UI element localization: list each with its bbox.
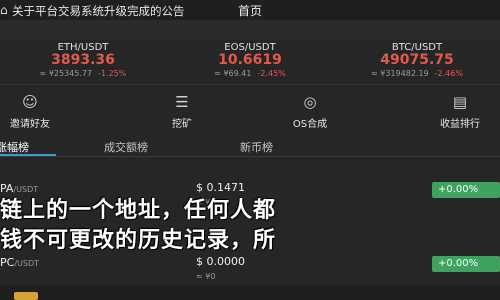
megaphone-icon: ⌂ bbox=[0, 3, 8, 17]
os-compose-button[interactable]: ◎ OS合成 bbox=[250, 85, 370, 135]
ticker-change: -2.45% bbox=[257, 69, 286, 78]
ticker-btc[interactable]: BTC/USDT 49075.75 ≈ ¥319482.19 -2.46% bbox=[334, 40, 500, 83]
os-icon: ◎ bbox=[303, 93, 317, 111]
ticker-price: 49075.75 bbox=[380, 52, 454, 68]
feature-label: 邀请好友 bbox=[10, 119, 50, 130]
tab-new-coins[interactable]: 新币榜 bbox=[240, 139, 273, 155]
feature-label: OS合成 bbox=[292, 119, 328, 130]
announcement-text[interactable]: 关于平台交易系统升级完成的公告 bbox=[12, 3, 185, 19]
feature-label: 收益排行 bbox=[440, 119, 480, 130]
tab-volume[interactable]: 成交额榜 bbox=[104, 139, 148, 155]
invite-icon: ☺ bbox=[22, 93, 38, 111]
market-symbol: PC/USDT bbox=[0, 256, 40, 269]
tab-gainers[interactable]: 涨幅榜 bbox=[0, 139, 29, 155]
leaderboard-icon: ▤ bbox=[452, 93, 468, 111]
market-price: $ 0.0000 bbox=[196, 255, 245, 268]
ticker-cny: ≈ ¥319482.19 bbox=[371, 69, 429, 78]
overlay-text-line: 钱不可更改的历史记录，所 bbox=[0, 227, 277, 253]
ticker-cny: ≈ ¥69.41 bbox=[214, 69, 252, 78]
feature-label: 挖矿 bbox=[172, 119, 192, 130]
ticker-price: 3893.36 bbox=[51, 52, 115, 68]
change-badge[interactable]: +0.00% bbox=[432, 182, 500, 198]
invite-friends-button[interactable]: ☺ 邀请好友 bbox=[0, 85, 90, 135]
announcement-bar[interactable] bbox=[0, 20, 500, 40]
mining-button[interactable]: ☰ 挖矿 bbox=[122, 85, 242, 135]
divider bbox=[0, 156, 500, 157]
overlay-text-line: 链上的一个地址，任何人都 bbox=[0, 197, 277, 223]
bottom-nav bbox=[0, 286, 500, 300]
market-cny: ≈ ¥0 bbox=[196, 272, 216, 281]
ticker-change: -2.46% bbox=[434, 69, 463, 78]
ticker-change: -1.25% bbox=[98, 69, 127, 78]
change-badge[interactable]: +0.00% bbox=[432, 256, 500, 272]
earnings-ranking-button[interactable]: ▤ 收益排行 bbox=[400, 85, 500, 135]
mining-icon: ☰ bbox=[175, 93, 189, 111]
ranking-tabs: 涨幅榜 成交额榜 新币榜 bbox=[0, 137, 500, 155]
ticker-eth[interactable]: ETH/USDT 3893.36 ≈ ¥25345.77 -1.25% bbox=[0, 40, 166, 83]
ticker-eos[interactable]: EOS/USDT 10.6619 ≈ ¥69.41 -2.45% bbox=[167, 40, 333, 83]
home-tab-icon[interactable] bbox=[14, 292, 38, 300]
feature-row: ☺ 邀请好友 ☰ 挖矿 ◎ OS合成 ▤ 收益排行 bbox=[0, 85, 500, 135]
ticker-price: 10.6619 bbox=[218, 52, 282, 68]
ticker-cny: ≈ ¥25345.77 bbox=[39, 69, 93, 78]
